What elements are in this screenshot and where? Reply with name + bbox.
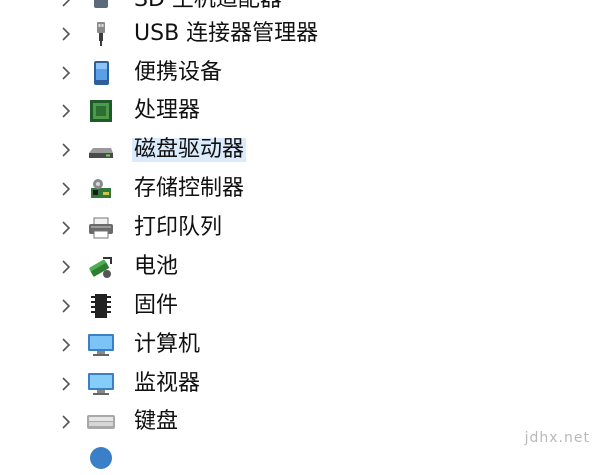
tree-item-usb-connector-manager[interactable]: USB 连接器管理器: [50, 17, 450, 51]
tree-item-disk-drives[interactable]: 磁盘驱动器: [50, 133, 450, 167]
chevron-right-icon[interactable]: [58, 142, 74, 158]
chevron-right-icon[interactable]: [58, 103, 74, 119]
tree-item-monitors[interactable]: 监视器: [50, 367, 450, 401]
chevron-right-icon[interactable]: [58, 65, 74, 81]
device-tree: SD 主机适配器 USB 连接器管理器 便携设备: [0, 0, 600, 469]
portable-device-icon: [86, 60, 116, 86]
tree-item-label: 便携设备: [134, 60, 223, 85]
tree-item-label: 存储控制器: [134, 176, 245, 201]
computer-icon: [86, 332, 116, 358]
tree-item-label: 固件: [134, 293, 179, 318]
battery-icon: [86, 254, 116, 280]
tree-item-partial[interactable]: [50, 441, 450, 475]
chevron-right-icon[interactable]: [58, 26, 74, 42]
tree-item-batteries[interactable]: 电池: [50, 250, 450, 284]
tree-item-print-queues[interactable]: 打印队列: [50, 211, 450, 245]
tree-item-label: 监视器: [134, 371, 201, 396]
chevron-right-icon[interactable]: [58, 220, 74, 236]
tree-item-label: 处理器: [134, 98, 201, 123]
chevron-right-icon[interactable]: [58, 259, 74, 275]
processor-icon: [86, 98, 116, 124]
tree-item-computer[interactable]: 计算机: [50, 328, 450, 362]
storage-controller-icon: [86, 176, 116, 202]
printer-icon: [86, 215, 116, 241]
tree-item-label: USB 连接器管理器: [134, 21, 319, 46]
tree-item-label: 电池: [134, 254, 179, 279]
chevron-right-icon[interactable]: [58, 298, 74, 314]
tree-item-storage-controllers[interactable]: 存储控制器: [50, 172, 450, 206]
tree-item-label: 计算机: [134, 332, 201, 357]
tree-item-label: SD 主机适配器: [132, 0, 284, 12]
tree-item-processors[interactable]: 处理器: [50, 94, 450, 128]
tree-item-portable-devices[interactable]: 便携设备: [50, 56, 450, 90]
tree-item-label: 打印队列: [134, 215, 223, 240]
chevron-right-icon[interactable]: [58, 414, 74, 430]
tree-item-label: 键盘: [134, 409, 179, 434]
chevron-right-icon[interactable]: [58, 376, 74, 392]
tree-item-keyboards[interactable]: 键盘: [50, 405, 450, 439]
usb-connector-icon: [86, 21, 116, 47]
keyboard-icon: [86, 409, 116, 435]
tree-item-firmware[interactable]: 固件: [50, 289, 450, 323]
chevron-right-icon[interactable]: [58, 181, 74, 197]
tree-item-label: 磁盘驱动器: [132, 137, 247, 162]
tree-item-sd-host[interactable]: SD 主机适配器: [50, 0, 450, 17]
disk-drive-icon: [86, 137, 116, 163]
globe-icon: [86, 445, 116, 471]
monitor-icon: [86, 371, 116, 397]
chevron-right-icon[interactable]: [58, 337, 74, 353]
sd-host-icon: [86, 0, 116, 13]
firmware-icon: [86, 293, 116, 319]
chevron-right-icon[interactable]: [58, 0, 74, 8]
watermark: jdhx.net: [524, 430, 590, 446]
